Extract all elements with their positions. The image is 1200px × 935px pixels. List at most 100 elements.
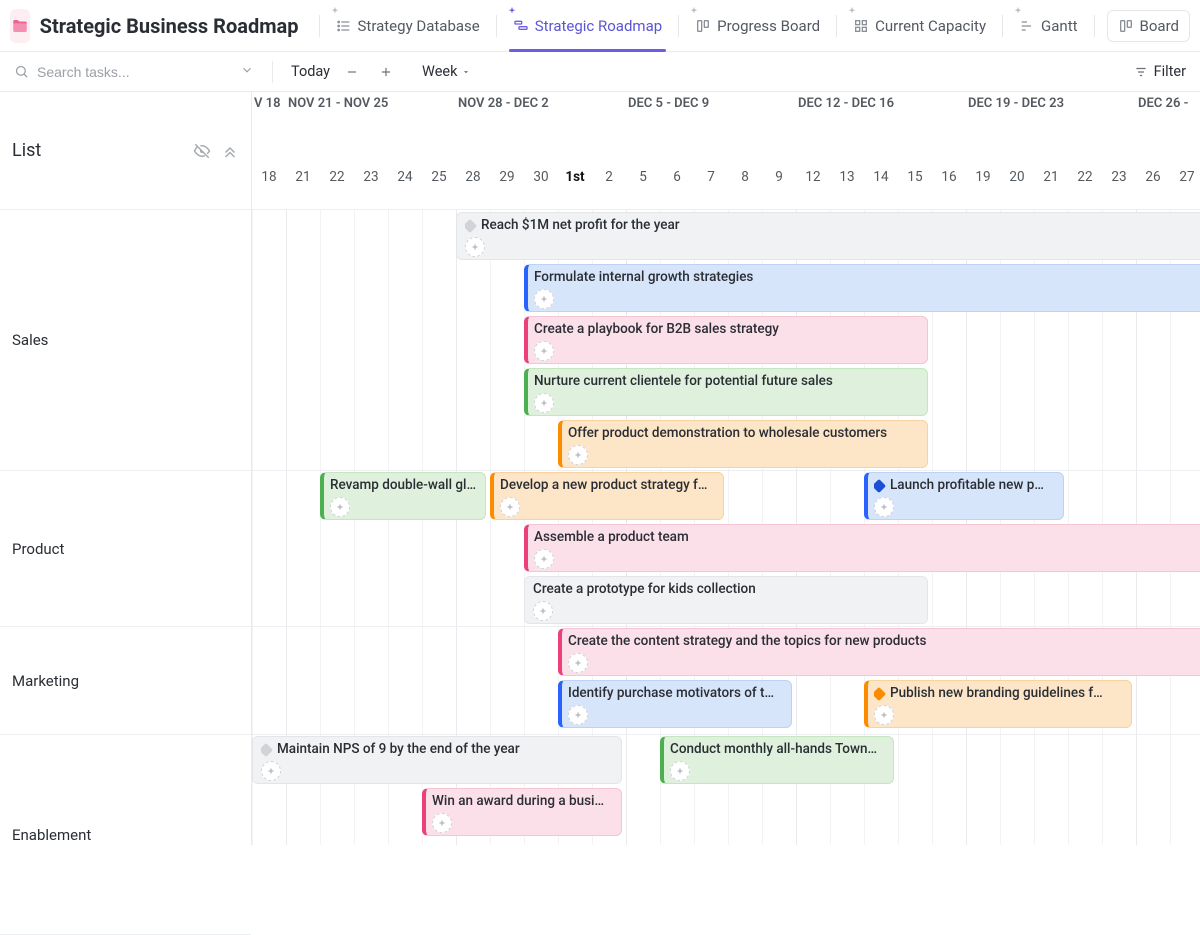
group-row[interactable]: Product [0, 471, 251, 627]
task-label: Publish new branding guidelines f… [874, 685, 1123, 703]
assignee-add-icon[interactable] [534, 549, 554, 569]
tab-divider [319, 15, 320, 37]
week-label: NOV 21 - NOV 25 [286, 92, 456, 116]
day-label: 22 [320, 164, 354, 190]
task-label: Create the content strategy and the topi… [568, 633, 1200, 651]
collapse-icon[interactable] [221, 142, 239, 160]
milestone-icon [874, 687, 886, 701]
task-bar[interactable]: Publish new branding guidelines f… [864, 680, 1132, 728]
timescale-select[interactable]: Week [422, 63, 471, 80]
day-label: 23 [354, 164, 388, 190]
assignee-add-icon[interactable] [568, 445, 588, 465]
task-bar[interactable]: Launch profitable new p… [864, 472, 1064, 520]
day-label: 24 [388, 164, 422, 190]
search-icon [14, 64, 29, 79]
group-row[interactable]: Enablement [0, 735, 251, 935]
assignee-add-icon[interactable] [330, 497, 350, 517]
tab-label: Current Capacity [875, 17, 986, 35]
task-bar[interactable]: Reach $1M net profit for the year [456, 212, 1200, 260]
task-bar[interactable]: Identify purchase motivators of t… [558, 680, 792, 728]
grid-icon [853, 18, 869, 34]
timeline-icon [513, 18, 529, 34]
task-label: Reach $1M net profit for the year [465, 217, 1200, 235]
tab-strategy-database[interactable]: Strategy Database [322, 0, 494, 51]
filter-button[interactable]: Filter [1134, 63, 1186, 80]
tab-divider [836, 15, 837, 37]
assignee-add-icon[interactable] [874, 705, 894, 725]
group-label: Product [12, 540, 64, 558]
task-bar[interactable]: Assemble a product team [524, 524, 1200, 572]
assignee-add-icon[interactable] [534, 393, 554, 413]
task-bar[interactable]: Win an award during a busi… [422, 788, 622, 836]
group-label: Marketing [12, 672, 79, 690]
assignee-add-icon[interactable] [534, 341, 554, 361]
task-bar[interactable]: Develop a new product strategy f… [490, 472, 724, 520]
task-bar[interactable]: Formulate internal growth strategies [524, 264, 1200, 312]
assignee-add-icon[interactable] [568, 653, 588, 673]
view-switch: Board [1092, 10, 1190, 42]
zoom-in-button[interactable] [374, 60, 398, 84]
gantt-icon [1019, 18, 1035, 34]
day-label: 21 [286, 164, 320, 190]
day-label: 28 [456, 164, 490, 190]
timescale-label: Week [422, 63, 457, 80]
assignee-add-icon[interactable] [432, 813, 452, 833]
toolbar: Today Week Filter [0, 52, 1200, 92]
day-label: 19 [966, 164, 1000, 190]
search-input[interactable] [37, 64, 232, 80]
tab-progress-board[interactable]: Progress Board [681, 0, 834, 51]
assignee-add-icon[interactable] [568, 705, 588, 725]
task-bar[interactable]: Offer product demonstration to wholesale… [558, 420, 928, 468]
day-label: 9 [762, 164, 796, 190]
today-button[interactable]: Today [291, 63, 330, 80]
task-label: Maintain NPS of 9 by the end of the year [261, 741, 613, 759]
day-label: 5 [626, 164, 660, 190]
task-bar[interactable]: Revamp double-wall gl… [320, 472, 486, 520]
tab-divider [496, 15, 497, 37]
week-header: V 18NOV 21 - NOV 25NOV 28 - DEC 2DEC 5 -… [252, 92, 1200, 116]
week-label: NOV 28 - DEC 2 [456, 92, 626, 116]
assignee-add-icon[interactable] [534, 289, 554, 309]
group-row[interactable]: Marketing [0, 627, 251, 735]
task-label: Launch profitable new p… [874, 477, 1055, 495]
chart-area: Reach $1M net profit for the year Formula… [252, 210, 1200, 845]
zoom-out-button[interactable] [340, 60, 364, 84]
board-view-button[interactable]: Board [1107, 10, 1190, 42]
tab-divider [1094, 15, 1095, 37]
chevron-down-icon[interactable] [240, 63, 254, 81]
day-label: 23 [1102, 164, 1136, 190]
task-bar[interactable]: Nurture current clientele for potential … [524, 368, 928, 416]
week-label: V 18 [252, 92, 286, 116]
day-label: 15 [898, 164, 932, 190]
day-label: 13 [830, 164, 864, 190]
assignee-add-icon[interactable] [533, 601, 553, 621]
tab-label: Progress Board [717, 17, 820, 35]
assignee-add-icon[interactable] [261, 761, 281, 781]
group-row[interactable]: Sales [0, 210, 251, 471]
tab-gantt[interactable]: Gantt [1005, 0, 1091, 51]
assignee-add-icon[interactable] [465, 237, 485, 257]
day-label: 25 [422, 164, 456, 190]
group-label: Enablement [12, 826, 91, 844]
day-label: 7 [694, 164, 728, 190]
task-bar[interactable]: Create a prototype for kids collection [524, 576, 928, 624]
timeline[interactable]: V 18NOV 21 - NOV 25NOV 28 - DEC 2DEC 5 -… [252, 92, 1200, 845]
tab-divider [1002, 15, 1003, 37]
tab-label: Strategic Roadmap [535, 17, 662, 35]
day-label: 22 [1068, 164, 1102, 190]
list-title: List [12, 140, 41, 161]
task-bar[interactable]: Maintain NPS of 9 by the end of the year [252, 736, 622, 784]
eye-off-icon[interactable] [193, 142, 211, 160]
task-bar[interactable]: Create the content strategy and the topi… [558, 628, 1200, 676]
assignee-add-icon[interactable] [670, 761, 690, 781]
day-label: 29 [490, 164, 524, 190]
board-icon [1118, 18, 1134, 34]
assignee-add-icon[interactable] [500, 497, 520, 517]
task-bar[interactable]: Create a playbook for B2B sales strategy [524, 316, 928, 364]
assignee-add-icon[interactable] [874, 497, 894, 517]
tab-current-capacity[interactable]: Current Capacity [839, 0, 1000, 51]
day-label: 20 [1000, 164, 1034, 190]
task-bar[interactable]: Conduct monthly all-hands Town… [660, 736, 894, 784]
tab-strategic-roadmap[interactable]: Strategic Roadmap [499, 0, 676, 51]
list-actions [193, 142, 239, 160]
